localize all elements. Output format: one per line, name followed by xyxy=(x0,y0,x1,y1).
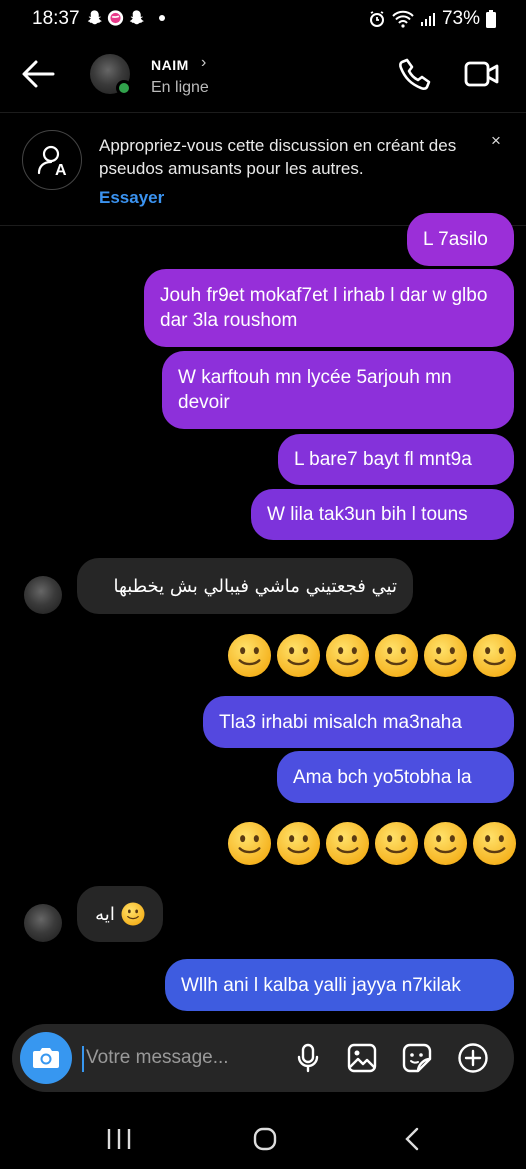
back-nav-icon[interactable] xyxy=(398,1126,428,1152)
nickname-icon: A xyxy=(37,145,67,179)
message-sent[interactable]: Ama bch yo5tobha la xyxy=(277,751,514,803)
recent-apps-icon[interactable] xyxy=(104,1126,134,1152)
slightly-smiling-face-icon xyxy=(276,633,321,678)
system-nav-bar xyxy=(0,1110,526,1169)
status-bar: 18:37 73% xyxy=(0,0,526,40)
slightly-smiling-face-icon xyxy=(472,821,517,866)
slightly-smiling-face-icon xyxy=(325,821,370,866)
contact-avatar-small[interactable] xyxy=(24,576,62,614)
slightly-smiling-face-icon xyxy=(423,821,468,866)
message-sent[interactable]: Tla3 irhabi misalch ma3naha xyxy=(203,696,514,748)
camera-icon xyxy=(33,1048,59,1068)
status-right: 73% xyxy=(368,8,496,30)
online-indicator xyxy=(116,80,132,96)
try-button[interactable]: Essayer xyxy=(99,188,164,208)
slightly-smiling-face-icon xyxy=(325,633,370,678)
phone-icon[interactable] xyxy=(398,57,432,91)
battery-percent: 73% xyxy=(441,8,480,29)
message-composer: Votre message... xyxy=(12,1024,514,1092)
emoji-message[interactable] xyxy=(227,633,517,678)
back-arrow-icon[interactable] xyxy=(20,58,56,90)
message-sent[interactable]: Wllh ani l kalba yalli jayya n7kilak xyxy=(165,959,514,1011)
sticker-icon[interactable] xyxy=(401,1042,433,1074)
emoji-message[interactable] xyxy=(227,821,517,866)
message-sent[interactable]: Jouh fr9et mokaf7et l irhab l dar w glbo… xyxy=(144,269,514,347)
chat-header: NAIM › En ligne xyxy=(0,40,526,112)
contact-name[interactable]: NAIM xyxy=(151,57,189,73)
plus-icon[interactable] xyxy=(457,1042,489,1074)
message-sent[interactable]: L 7asilo xyxy=(407,213,514,266)
chevron-right-icon[interactable]: › xyxy=(201,54,206,72)
message-sent[interactable]: L bare7 bayt fl mnt9a xyxy=(278,434,514,485)
svg-text:A: A xyxy=(55,162,67,179)
slightly-smiling-face-icon xyxy=(374,633,419,678)
slightly-smiling-face-icon xyxy=(472,633,517,678)
message-received[interactable]: ايه xyxy=(77,886,163,942)
battery-icon xyxy=(486,10,496,28)
slightly-smiling-face-icon xyxy=(423,633,468,678)
image-icon[interactable] xyxy=(346,1042,378,1074)
message-received[interactable]: تيي فجعتيني ماشي فيبالي بش يخطبها xyxy=(77,558,413,614)
message-input[interactable]: Votre message... xyxy=(82,1046,229,1072)
camera-button[interactable] xyxy=(20,1032,72,1084)
close-icon[interactable]: × xyxy=(491,131,501,151)
home-icon[interactable] xyxy=(250,1126,280,1152)
presence-status: En ligne xyxy=(151,79,209,96)
nickname-icon-container: A xyxy=(22,130,82,190)
signal-icon xyxy=(420,13,435,26)
slightly-smiling-face-icon xyxy=(374,821,419,866)
message-sent[interactable]: W lila tak3un bih l touns xyxy=(251,489,514,540)
slightly-smiling-face-icon xyxy=(227,821,272,866)
mic-icon[interactable] xyxy=(292,1042,324,1074)
snapchat-icon xyxy=(129,10,144,25)
video-icon[interactable] xyxy=(464,59,500,89)
status-time: 18:37 xyxy=(32,8,80,29)
more-notifications-dot xyxy=(159,15,165,21)
slightly-smiling-face-icon xyxy=(227,633,272,678)
snapchat-icon xyxy=(87,10,102,25)
contact-avatar-small[interactable] xyxy=(24,904,62,942)
app-notification-icon xyxy=(107,10,124,26)
banner-message: Appropriez-vous cette discussion en créa… xyxy=(99,136,457,178)
notification-icons xyxy=(86,9,165,27)
wifi-icon xyxy=(392,10,414,28)
slightly-smiling-face-icon xyxy=(276,821,321,866)
alarm-icon xyxy=(369,11,384,27)
slightly-smiling-face-icon xyxy=(121,902,145,926)
message-sent[interactable]: W karftouh mn lycée 5arjouh mn devoir xyxy=(162,351,514,429)
nickname-banner: A Appropriez-vous cette discussion en cr… xyxy=(0,112,526,226)
